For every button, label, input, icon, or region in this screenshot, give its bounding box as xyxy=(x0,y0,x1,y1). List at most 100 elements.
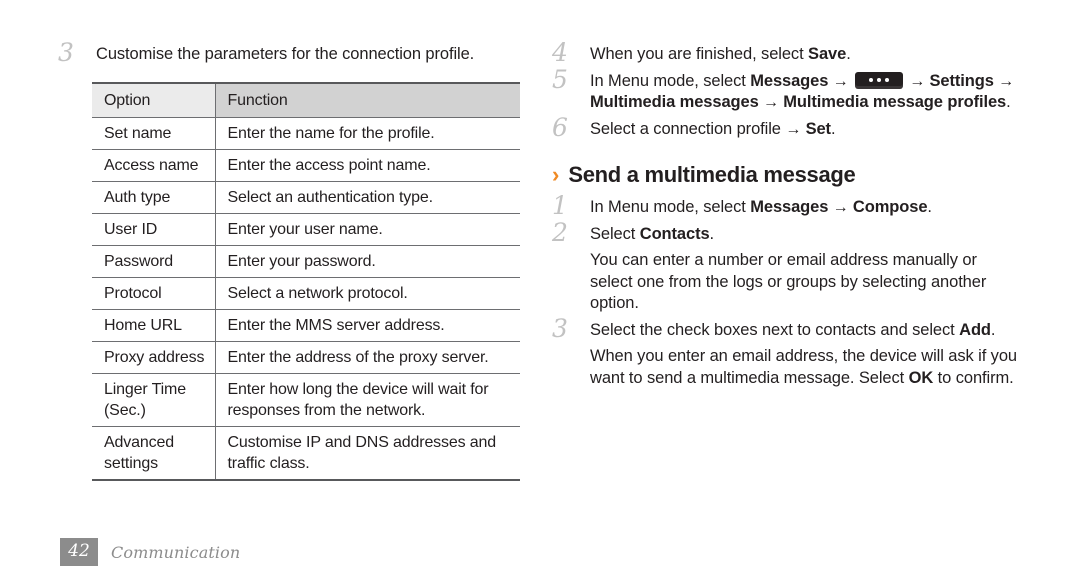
step-3-connection-profile: 3 Customise the parameters for the conne… xyxy=(58,40,530,66)
left-column: 3 Customise the parameters for the conne… xyxy=(58,40,530,481)
step3-note-suffix: to confirm. xyxy=(933,368,1014,387)
step5-bold-messages: Messages xyxy=(750,71,829,90)
option-cell: Linger Time (Sec.) xyxy=(92,373,215,427)
function-cell: Enter how long the device will wait for … xyxy=(214,373,520,427)
dot-icon xyxy=(884,78,889,83)
table-row: Password Enter your password. xyxy=(92,245,520,278)
step2-suffix: . xyxy=(709,224,715,243)
step3-bold-add: Add xyxy=(959,320,991,339)
arrow-icon: → xyxy=(904,72,930,90)
step1-bold-compose: Compose xyxy=(852,198,928,216)
step-4-save: 4 When you are finished, select Save. xyxy=(552,40,1022,66)
dot-icon xyxy=(868,78,873,83)
arrow-icon: → xyxy=(993,72,1015,90)
step3-prefix: Select the check boxes next to contacts … xyxy=(590,320,960,339)
step1-prefix: In Menu mode, select xyxy=(590,198,751,216)
chevron-right-icon: › xyxy=(552,162,560,187)
step-text: Select the check boxes next to contacts … xyxy=(590,320,1022,342)
step-number: 2 xyxy=(552,217,568,247)
page-number-badge: 42 xyxy=(60,538,98,566)
step5-bold-settings: Settings xyxy=(929,71,994,90)
dot-icon xyxy=(876,78,881,83)
arrow-icon: → xyxy=(758,94,784,111)
step-number: 4 xyxy=(552,38,568,67)
table-row: Linger Time (Sec.) Enter how long the de… xyxy=(92,373,520,427)
option-cell: Password xyxy=(92,245,215,278)
column-header-option: Option xyxy=(92,82,215,118)
step4-suffix: . xyxy=(846,45,851,63)
function-cell: Select a network protocol. xyxy=(214,277,520,310)
options-table: Option Function Set name Enter the name … xyxy=(92,81,520,481)
step5-bold-multimedia-messages: Multimedia messages xyxy=(590,93,759,111)
function-cell: Enter your user name. xyxy=(214,213,520,246)
arrow-icon: → xyxy=(828,199,853,216)
step-number: 6 xyxy=(552,112,568,142)
table-row: Advanced settings Customise IP and DNS a… xyxy=(92,426,520,480)
step3-note-bold-ok: OK xyxy=(908,368,934,387)
option-cell: Advanced settings xyxy=(104,433,174,472)
arrow-icon: → xyxy=(828,72,853,90)
step-text: In Menu mode, select Messages → → Settin… xyxy=(590,71,1022,114)
footer-section-label: Communication xyxy=(111,542,241,562)
option-cell: Set name xyxy=(92,117,215,150)
step-number: 3 xyxy=(58,38,74,67)
option-cell: Protocol xyxy=(92,277,215,310)
step-text: In Menu mode, select Messages → Compose. xyxy=(590,197,1022,219)
step-6-select-profile: 6 Select a connection profile → Set. xyxy=(552,115,1022,141)
step-number: 5 xyxy=(552,64,568,94)
step5-bold-mms-profiles: Multimedia message profiles xyxy=(783,93,1007,111)
table-row: Auth type Select an authentication type. xyxy=(92,181,520,214)
step-3-note: When you enter an email address, the dev… xyxy=(552,346,1022,389)
section-title: Send a multimedia message xyxy=(568,162,856,187)
step-text: Select a connection profile → Set. xyxy=(590,119,1022,141)
options-table-wrapper: Option Function Set name Enter the name … xyxy=(92,81,520,481)
table-row: Proxy address Enter the address of the p… xyxy=(92,341,520,374)
step-text: Select Contacts. xyxy=(590,224,1022,246)
function-cell: Enter the access point name. xyxy=(214,149,520,182)
function-cell: Enter the MMS server address. xyxy=(214,309,520,342)
column-header-function: Function xyxy=(214,82,520,118)
step6-bold-set: Set xyxy=(805,119,831,138)
table-row: User ID Enter your user name. xyxy=(92,213,520,246)
option-cell: Home URL xyxy=(92,309,215,342)
step-number: 1 xyxy=(552,191,568,220)
step-text: When you are finished, select Save. xyxy=(590,44,1022,66)
step1-suffix: . xyxy=(927,198,932,216)
step5-text-1: In Menu mode, select xyxy=(590,71,751,90)
section-heading: › Send a multimedia message xyxy=(552,162,1022,188)
step3-suffix: . xyxy=(990,320,996,339)
option-cell: Proxy address xyxy=(92,341,215,374)
step-5-menu-path: 5 In Menu mode, select Messages → → Sett… xyxy=(552,67,1022,114)
manual-page: 3 Customise the parameters for the conne… xyxy=(0,0,1080,586)
step1-bold-messages: Messages xyxy=(750,198,829,216)
function-cell: Enter your password. xyxy=(214,245,520,278)
function-cell: Select an authentication type. xyxy=(214,181,520,214)
option-cell: Auth type xyxy=(92,181,215,214)
step4-prefix: When you are finished, select xyxy=(590,45,809,63)
right-column: 4 When you are finished, select Save. 5 … xyxy=(552,40,1022,394)
step-2-note: You can enter a number or email address … xyxy=(590,251,987,312)
step2-prefix: Select xyxy=(590,224,640,243)
step-text: Customise the parameters for the connect… xyxy=(96,45,475,63)
step4-bold-save: Save xyxy=(808,45,847,63)
table-header-row: Option Function xyxy=(92,82,520,118)
step-2-contacts: 2 Select Contacts. xyxy=(552,220,1022,246)
step2-bold-contacts: Contacts xyxy=(639,224,710,243)
table-row: Protocol Select a network protocol. xyxy=(92,277,520,310)
arrow-icon: → xyxy=(785,120,806,138)
step6-suffix: . xyxy=(830,119,836,138)
step-3-add-contacts: 3 Select the check boxes next to contact… xyxy=(552,316,1022,342)
function-cell: Customise IP and DNS addresses and traff… xyxy=(214,426,520,480)
step-number: 3 xyxy=(552,313,568,343)
table-row: Set name Enter the name for the profile. xyxy=(92,117,520,150)
table-row: Access name Enter the access point name. xyxy=(92,149,520,182)
page-footer: 42 Communication xyxy=(60,538,240,566)
function-cell: Enter the name for the profile. xyxy=(214,117,520,150)
step6-prefix: Select a connection profile xyxy=(590,119,786,138)
option-cell: User ID xyxy=(92,213,215,246)
function-cell: Enter the address of the proxy server. xyxy=(214,341,520,374)
table-row: Home URL Enter the MMS server address. xyxy=(92,309,520,342)
menu-key-icon xyxy=(854,71,903,89)
step-1-compose: 1 In Menu mode, select Messages → Compos… xyxy=(552,193,1022,219)
option-cell: Access name xyxy=(92,149,215,182)
